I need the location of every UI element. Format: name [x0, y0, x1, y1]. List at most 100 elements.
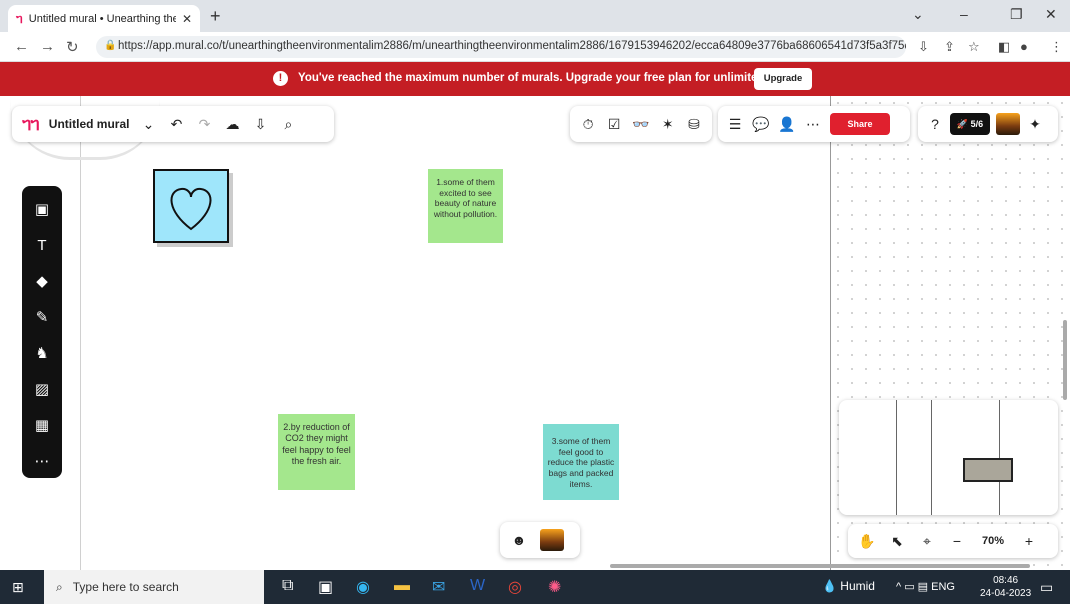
forward-icon[interactable]: →	[40, 38, 55, 55]
upgrade-button[interactable]: Upgrade	[754, 68, 812, 90]
laser-pointer-icon[interactable]: ✶	[660, 116, 676, 133]
export-icon[interactable]: ⇩	[251, 116, 269, 133]
more-options-icon[interactable]: ⋯	[804, 116, 822, 133]
edge-browser-icon[interactable]: ◉	[356, 577, 370, 597]
tab-search-icon[interactable]: ⌄	[912, 6, 924, 23]
collaborators-icon[interactable]: 👤	[778, 116, 796, 133]
timer-icon[interactable]: ⏱	[580, 116, 596, 133]
task-view-icon[interactable]: ⧉	[282, 577, 293, 595]
weather-text: Humid	[840, 579, 875, 593]
search-icon[interactable]: ⌕	[279, 116, 297, 133]
text-box-icon[interactable]: T	[30, 234, 54, 258]
browser-menu-icon[interactable]: ⋮	[1050, 39, 1063, 55]
user-avatar[interactable]	[996, 113, 1020, 135]
word-icon[interactable]: W	[470, 577, 485, 595]
zoom-out-icon[interactable]: −	[948, 533, 966, 549]
templates-icon[interactable]: ♞	[30, 342, 54, 366]
taskbar-search-placeholder: Type here to search	[72, 580, 179, 594]
map-pin-icon[interactable]: ⌖	[918, 533, 936, 550]
windows-start-icon[interactable]: ⊞	[12, 579, 24, 596]
account-toolbar: ? 🚀 5/6 ✦	[918, 106, 1058, 142]
address-bar-row: ← → ↻ 🔒 https://app.mural.co/t/unearthin…	[0, 32, 1070, 62]
file-explorer-icon[interactable]: ▬	[394, 577, 410, 595]
mural-logo-icon[interactable]: ᥐᥐ	[22, 114, 40, 135]
sticky-note[interactable]: 3.some of them feel good to reduce the p…	[543, 424, 619, 500]
mail-icon[interactable]: ✉	[432, 577, 445, 597]
outline-icon[interactable]: ⛁	[686, 116, 702, 133]
redo-icon[interactable]: ↷	[195, 116, 213, 133]
banner-message: You've reached the maximum number of mur…	[298, 72, 809, 84]
notification-icon[interactable]: ▭	[1040, 579, 1053, 596]
minimize-icon[interactable]: –	[960, 6, 968, 22]
celebrate-sticker-icon[interactable]	[540, 529, 564, 551]
share-button[interactable]: Share	[830, 113, 890, 135]
outline-panel-icon[interactable]: ☰	[726, 116, 744, 133]
presence-count: 5/6	[970, 119, 984, 129]
reactions-bar: ☻	[500, 522, 580, 558]
zoom-in-icon[interactable]: +	[1020, 533, 1038, 549]
help-icon[interactable]: ?	[926, 116, 944, 132]
heart-icon	[170, 187, 212, 231]
restore-icon[interactable]: ❐	[1010, 6, 1023, 23]
browser-tab[interactable]: ᥐ Untitled mural • Unearthing the ✕	[8, 5, 200, 32]
taskbar-search[interactable]: ⌕ Type here to search	[44, 570, 264, 604]
close-window-icon[interactable]: ✕	[1045, 6, 1057, 23]
emoji-reaction-icon[interactable]: ☻	[510, 532, 528, 548]
sticky-note[interactable]: 2.by reduction of CO2 they might feel ha…	[278, 414, 355, 490]
sticky-note-icon[interactable]: ▣	[30, 198, 54, 222]
search-icon: ⌕	[56, 579, 63, 594]
minimap-divider	[896, 400, 897, 515]
private-mode-icon[interactable]: 👓	[632, 116, 649, 133]
minimap-viewport[interactable]	[963, 458, 1013, 482]
heart-shape-note[interactable]	[153, 169, 229, 243]
horizontal-scrollbar[interactable]	[610, 564, 1030, 568]
comments-icon[interactable]: 💬	[752, 116, 770, 133]
back-icon[interactable]: ←	[14, 38, 29, 55]
presence-counter[interactable]: 🚀 5/6	[950, 113, 990, 135]
profile-avatar[interactable]: ●	[1020, 39, 1028, 54]
url-field[interactable]: 🔒 https://app.mural.co/t/unearthingtheen…	[96, 36, 906, 58]
zoom-level: 70%	[981, 535, 1005, 547]
mural-title-toolbar: ᥐᥐ Untitled mural ⌄ ↶ ↷ ☁ ⇩ ⌕	[12, 106, 334, 142]
sparkle-ai-icon[interactable]: ✦	[1026, 116, 1044, 133]
upgrade-banner: ! You've reached the maximum number of m…	[0, 62, 1070, 96]
clock-date: 24-04-2023	[980, 588, 1032, 599]
vertical-scrollbar[interactable]	[1063, 320, 1067, 400]
alert-icon: !	[273, 71, 288, 86]
chevron-down-icon[interactable]: ⌄	[139, 116, 157, 133]
url-text: https://app.mural.co/t/unearthingtheenvi…	[118, 40, 906, 52]
cloud-sync-icon[interactable]: ☁	[223, 116, 241, 133]
canvas-guide-line	[80, 96, 81, 570]
store-icon[interactable]: ▣	[318, 577, 333, 597]
more-tools-icon[interactable]: ⋯	[30, 450, 54, 474]
bookmark-star-icon[interactable]: ☆	[968, 39, 980, 55]
minimap[interactable]	[839, 400, 1058, 515]
voting-icon[interactable]: ☑	[606, 116, 622, 133]
lock-icon: 🔒	[104, 40, 117, 51]
hand-pan-icon[interactable]: ✋	[858, 533, 876, 550]
side-panel-icon[interactable]: ◧	[998, 39, 1010, 55]
new-tab-button[interactable]: +	[210, 6, 221, 27]
draw-pen-icon[interactable]: ✎	[30, 306, 54, 330]
install-app-icon[interactable]: ⇩	[918, 39, 929, 55]
tab-close-icon[interactable]: ✕	[182, 12, 192, 26]
select-cursor-icon[interactable]: ⬉	[888, 533, 906, 550]
facilitation-toolbar: ⏱ ☑ 👓 ✶ ⛁	[570, 106, 712, 142]
mural-favicon-icon: ᥐ	[16, 10, 23, 26]
mural-name[interactable]: Untitled mural	[49, 117, 130, 131]
apps-grid-icon[interactable]: ▦	[30, 414, 54, 438]
shapes-icon[interactable]: ◆	[30, 270, 54, 294]
weather-drop-icon: 💧	[822, 579, 837, 593]
clock[interactable]: 08:46 24-04-2023	[980, 574, 1031, 600]
browser-tab-strip: ᥐ Untitled mural • Unearthing the ✕ + ⌄ …	[0, 0, 1070, 32]
chrome-icon[interactable]: ◎	[508, 577, 522, 597]
reload-icon[interactable]: ↻	[66, 38, 79, 56]
share-page-icon[interactable]: ⇪	[944, 39, 955, 55]
app-icon[interactable]: ✺	[548, 577, 561, 597]
weather-widget[interactable]: 💧 Humid	[822, 579, 875, 593]
tab-title: Untitled mural • Unearthing the	[28, 12, 176, 25]
sticky-note[interactable]: 1.some of them excited to see beauty of …	[428, 169, 503, 243]
image-icon[interactable]: ▨	[30, 378, 54, 402]
system-tray[interactable]: ^ ▭ ▤ ENG	[896, 580, 955, 593]
undo-icon[interactable]: ↶	[167, 116, 185, 133]
